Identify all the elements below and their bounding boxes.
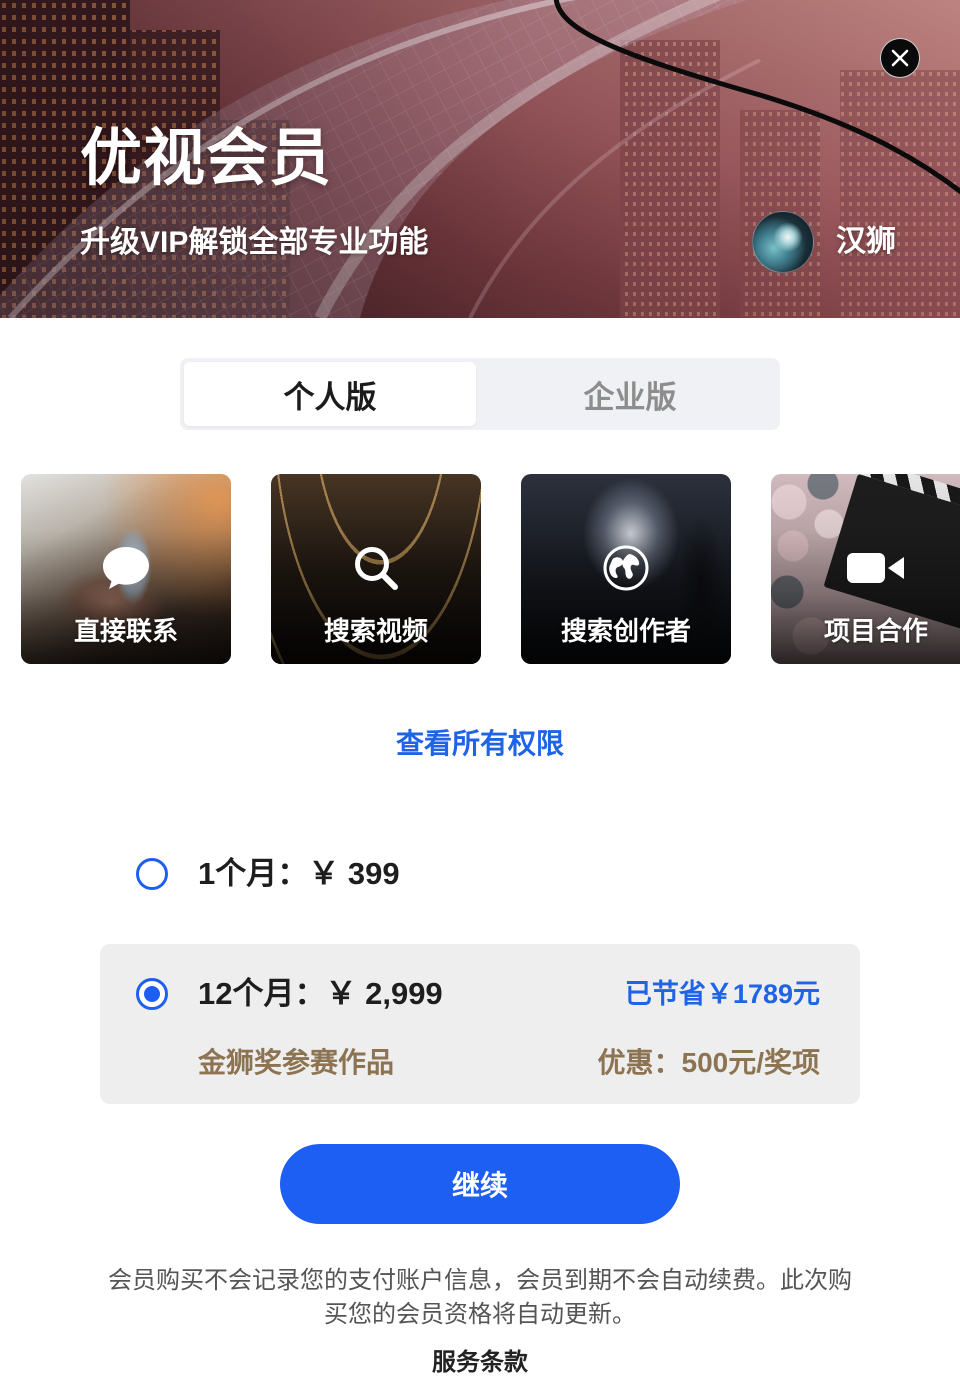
savings-badge: 已节省￥1789元 [624, 979, 820, 1009]
feature-card-direct-contact[interactable]: 直接联系 [21, 474, 231, 664]
plan-option-yearly[interactable]: 12个月：￥ 2,999 已节省￥1789元 金狮奖参赛作品 优惠：500元/奖… [100, 944, 860, 1104]
avatar [752, 211, 814, 273]
feature-label: 搜索创作者 [560, 616, 691, 646]
chat-bubble-icon [103, 547, 149, 589]
page-subtitle: 升级VIP解锁全部专业功能 [80, 226, 429, 259]
tab-enterprise[interactable]: 企业版 [484, 362, 776, 426]
view-all-privileges-link[interactable]: 查看所有权限 [330, 726, 630, 762]
feature-card-search-creator[interactable]: 搜索创作者 [521, 474, 731, 664]
close-icon [891, 49, 909, 67]
close-button[interactable] [880, 38, 920, 78]
plan-label: 1个月：￥ 399 [198, 856, 400, 891]
membership-banner: 优视会员 升级VIP解锁全部专业功能 汉狮 [0, 0, 960, 318]
feature-label: 直接联系 [73, 616, 178, 646]
feature-label: 搜索视频 [323, 616, 428, 646]
user-name: 汉狮 [836, 225, 896, 258]
feature-card-search-video[interactable]: 搜索视频 [271, 474, 481, 664]
plan-label: 12个月：￥ 2,999 [198, 976, 443, 1011]
edition-tabs: 个人版 企业版 [180, 358, 780, 430]
payment-disclaimer: 会员购买不会记录您的支付账户信息，会员到期不会自动续费。此次购买您的会员资格将自… [108, 1267, 852, 1328]
promo-title: 金狮奖参赛作品 [198, 1047, 395, 1078]
promo-value: 优惠：500元/奖项 [597, 1047, 821, 1078]
video-camera-icon [847, 553, 904, 583]
search-icon [355, 547, 398, 590]
user-profile[interactable]: 汉狮 [752, 211, 902, 273]
globe-icon [603, 545, 649, 591]
feature-card-project-collaboration[interactable]: 项目合作 [771, 474, 960, 664]
terms-of-service-link[interactable]: 服务条款 [380, 1346, 580, 1380]
feature-label: 项目合作 [823, 616, 928, 646]
plan-radio[interactable] [136, 858, 168, 890]
feature-carousel[interactable]: 直接联系 搜索视频 搜索创作者 项目合作 [0, 474, 960, 664]
page-title: 优视会员 [80, 124, 333, 193]
plan-option-monthly[interactable]: 1个月：￥ 399 [100, 834, 860, 914]
tab-personal[interactable]: 个人版 [184, 362, 476, 426]
continue-button[interactable]: 继续 [280, 1144, 680, 1224]
plan-radio[interactable] [136, 978, 168, 1010]
